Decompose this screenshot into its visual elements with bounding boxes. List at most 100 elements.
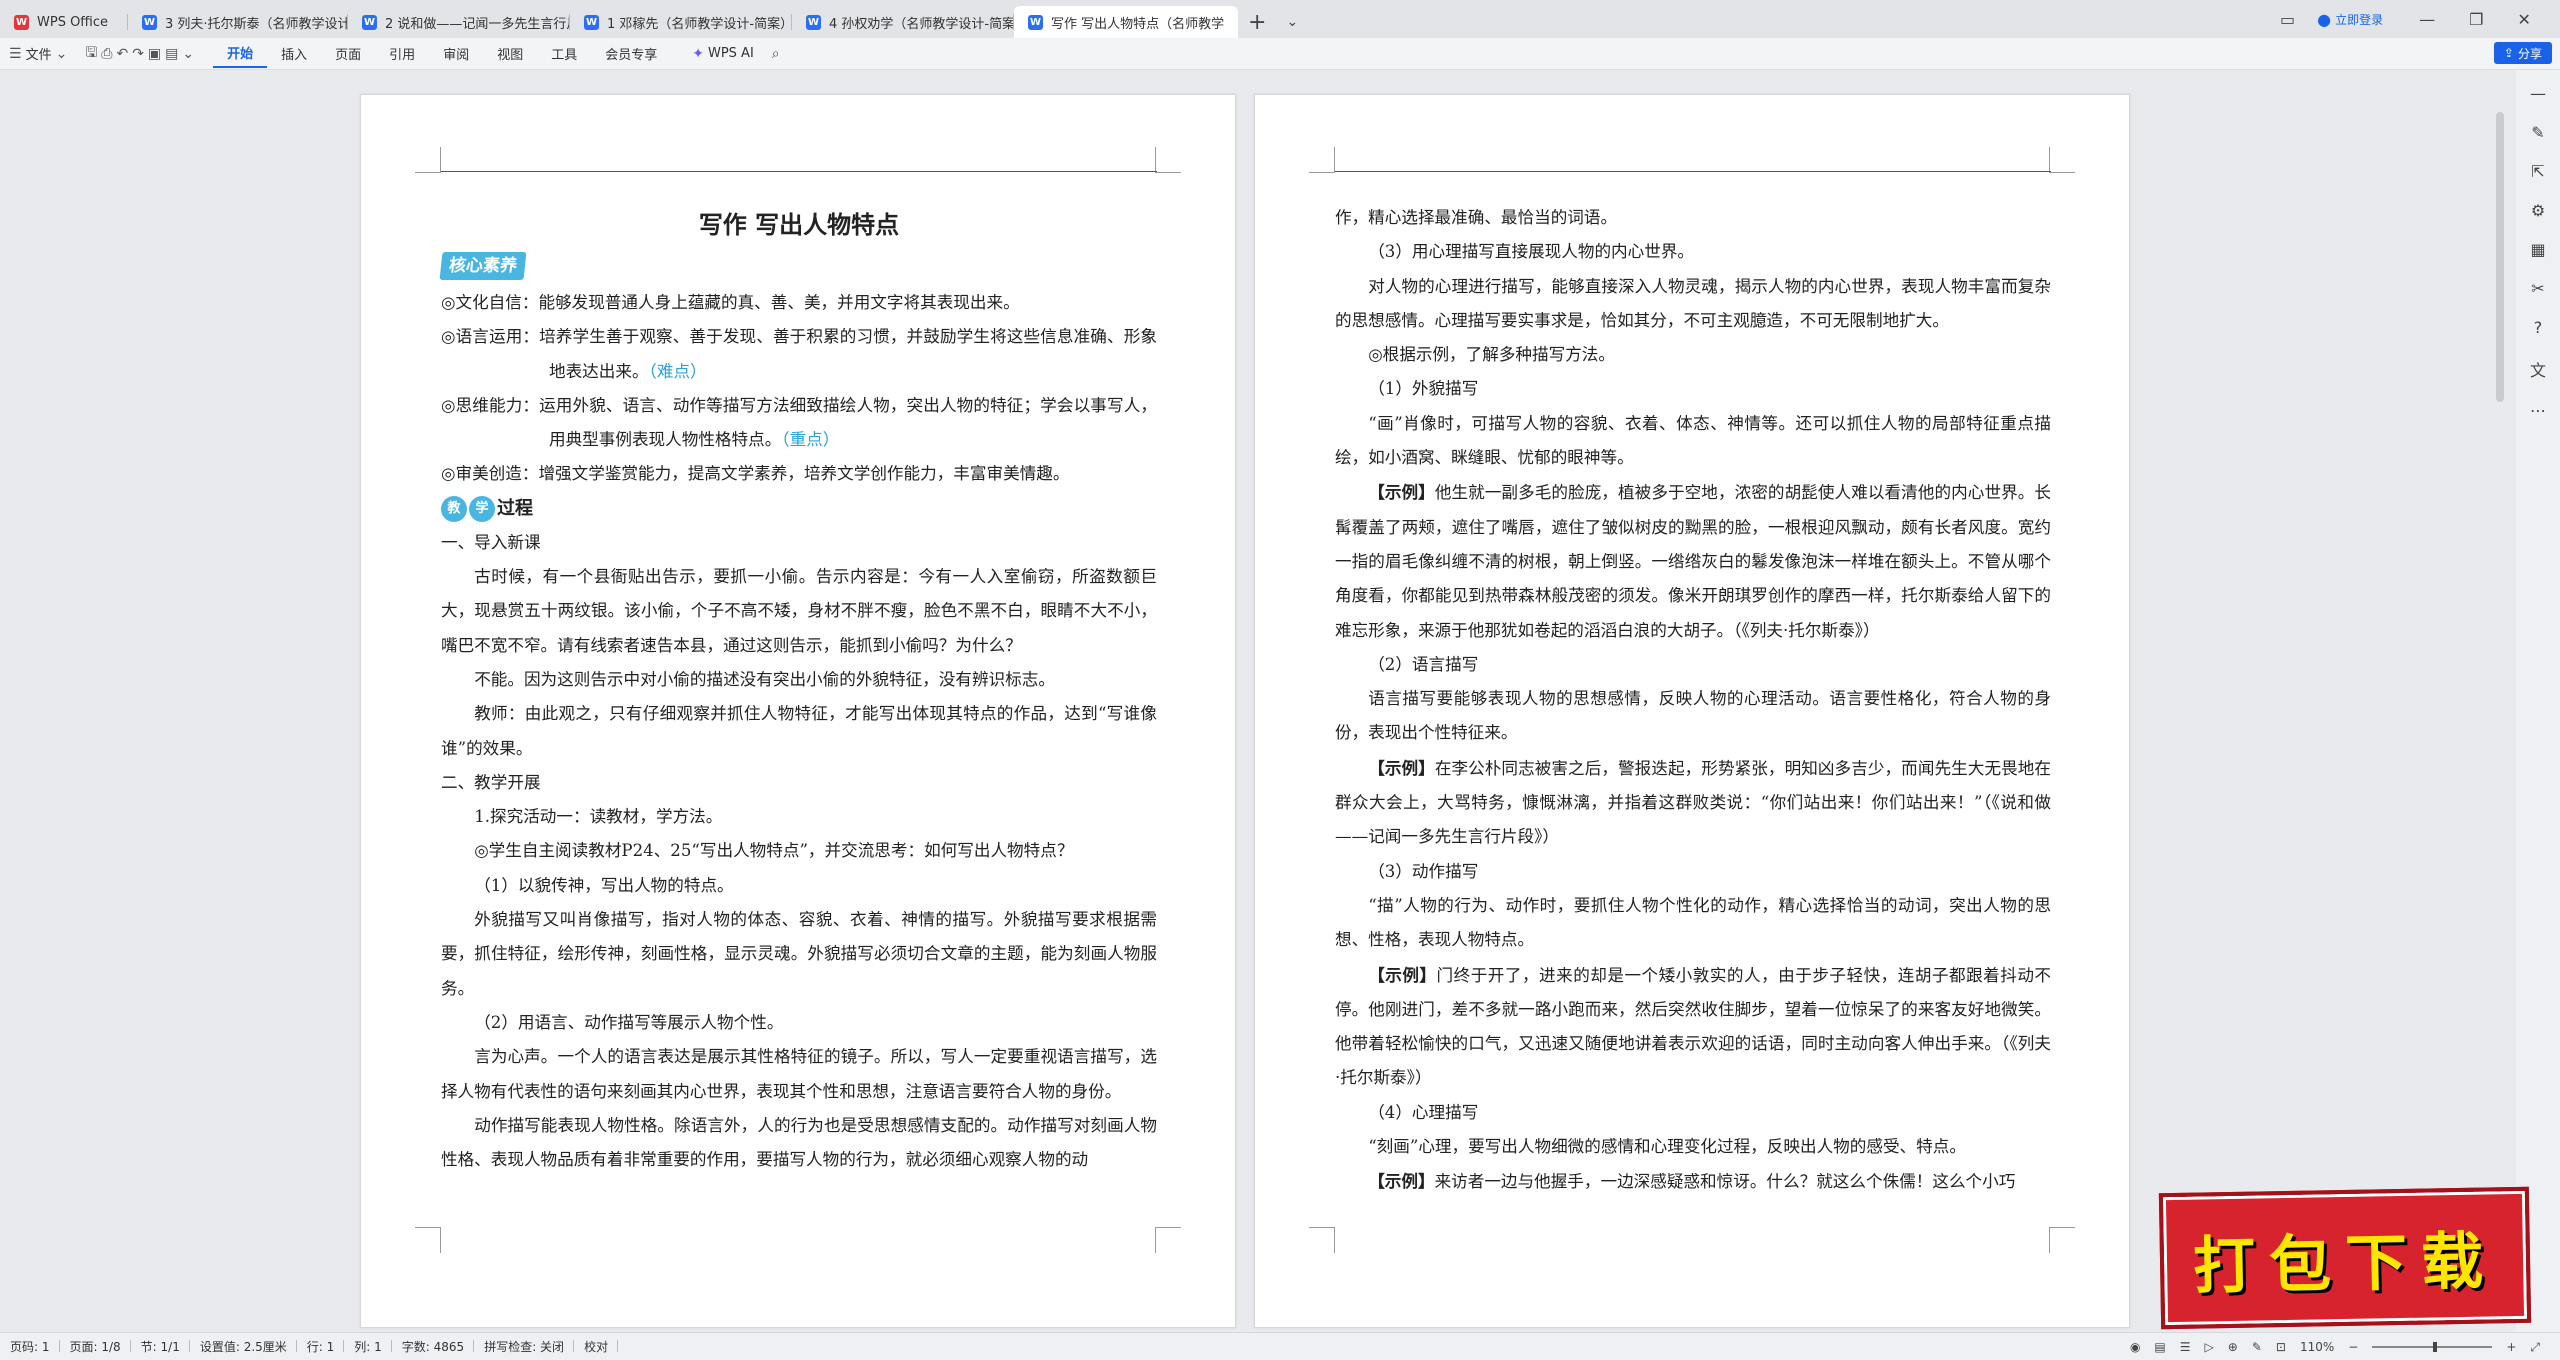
share-button[interactable]: ⇪ 分享 xyxy=(2493,42,2552,64)
paragraph: 1.探究活动一：读教材，学方法。 xyxy=(474,807,723,827)
margin-mark xyxy=(2049,147,2075,173)
section-badge: 核心素养 xyxy=(439,252,527,280)
eye-icon[interactable]: ◉ xyxy=(2130,1340,2140,1354)
literacy-item: ◎文化自信：能够发现普通人身上蕴藏的真、善、美，并用文字将其表现出来。 xyxy=(441,286,1157,320)
tab-3[interactable]: W 1 邓稼先（名师教学设计-简案）.docx xyxy=(570,6,792,38)
tab-label: 3 列夫·托尔斯泰（名师教学设计-简案 xyxy=(165,16,348,32)
tile-icon[interactable]: ▭ xyxy=(2280,10,2295,29)
tab-1[interactable]: W 3 列夫·托尔斯泰（名师教学设计-简案 xyxy=(128,6,348,38)
paragraph: （2）用语言、动作描写等展示人物个性。 xyxy=(474,1012,784,1032)
margin-mark xyxy=(415,1227,441,1253)
search-button[interactable]: ⌕ xyxy=(763,40,789,68)
play-icon[interactable]: ▷ xyxy=(2205,1340,2214,1354)
example-tag: 【示例】 xyxy=(1368,1171,1435,1192)
tools-icon[interactable]: ✂ xyxy=(2531,279,2544,298)
page-1-body[interactable]: 写作 写出人物特点 核心素养 ◎文化自信：能够发现普通人身上蕴藏的真、善、美，并… xyxy=(439,203,1157,1177)
export-pdf-icon[interactable]: ▣ xyxy=(148,46,161,62)
margin-mark xyxy=(1309,147,1335,173)
file-menu[interactable]: ☰ 文件 ⌄ xyxy=(0,40,76,68)
paragraph-text: “画”肖像时，可描写人物的容貌、衣着、体态、神情等。还可以抓住人物的局部特征重点… xyxy=(1335,413,2051,468)
fullscreen-icon[interactable]: ⤢ xyxy=(2530,1340,2540,1355)
word-doc-icon: W xyxy=(806,14,821,30)
select-icon[interactable]: ⇱ xyxy=(2531,162,2544,181)
edit-view-icon[interactable]: ✎ xyxy=(2252,1340,2262,1354)
new-tab-icon[interactable]: + xyxy=(1238,6,1276,38)
web-view-icon[interactable]: ⊕ xyxy=(2228,1340,2238,1354)
paragraph: 作，精心选择最准确、最恰当的词语。 xyxy=(1335,201,2051,235)
zoom-in-icon[interactable]: + xyxy=(2506,1340,2516,1354)
wps-ai-button[interactable]: ✦ WPS AI xyxy=(683,40,763,68)
ribbon-tab-7[interactable]: 会员专享 xyxy=(591,40,671,68)
tab-4[interactable]: W 4 孙权劝学（名师教学设计-简案）.do xyxy=(792,6,1014,38)
literacy-highlight: （难点） xyxy=(648,361,707,381)
paragraph-text: 对人物的心理进行描写，能够直接深入人物灵魂，揭示人物的内心世界，表现人物丰富而复… xyxy=(1335,276,2051,330)
ribbon-tab-2[interactable]: 页面 xyxy=(321,40,375,68)
paragraph: 外貌描写又叫肖像描写，指对人物的体态、容貌、衣着、神情的描写。外貌描写要求根据需… xyxy=(441,910,1157,998)
translate-icon[interactable]: 文 xyxy=(2530,357,2546,381)
tab-2[interactable]: W 2 说和做——记闻一多先生言行片段 xyxy=(348,6,570,38)
paragraph-text: ◎根据示例，了解多种描写方法。 xyxy=(1368,345,1615,365)
zoom-value[interactable]: 110% xyxy=(2300,1340,2334,1354)
status-item: 行: 1 xyxy=(297,1338,345,1355)
paragraph: （4）心理描写 xyxy=(1335,1096,2051,1130)
minimize-icon[interactable]: — xyxy=(2419,10,2435,29)
vertical-scrollbar[interactable] xyxy=(2496,112,2504,402)
page-view-icon[interactable]: ▤ xyxy=(2154,1340,2165,1354)
zoom-slider[interactable] xyxy=(2372,1342,2493,1352)
paragraph: “描”人物的行为、动作时，要抓住人物个性化的动作，精心选择恰当的动词，突出人物的… xyxy=(1335,889,2051,958)
format-icon[interactable]: ▦ xyxy=(2530,240,2545,259)
tab-label: 写作 写出人物特点（名师教学 xyxy=(1051,16,1225,32)
paragraph: ◎根据示例，了解多种描写方法。 xyxy=(1335,338,2051,372)
ribbon-tab-6[interactable]: 工具 xyxy=(537,40,591,68)
status-item: 页面: 1/8 xyxy=(60,1338,131,1355)
tab-5[interactable]: W写作 写出人物特点（名师教学▭✕ xyxy=(1014,6,1238,38)
ribbon-tab-4[interactable]: 审阅 xyxy=(429,40,483,68)
status-item[interactable]: 拼写检查: 关闭 xyxy=(474,1338,574,1355)
zoom-slider-knob[interactable] xyxy=(2432,1342,2437,1352)
paragraph: 动作描写能表现人物性格。除语言外，人的行为也是受思想感情支配的。动作描写对刻画人… xyxy=(441,1115,1157,1170)
margin-mark xyxy=(1155,1227,1181,1253)
print-icon[interactable]: ⎙ xyxy=(101,46,112,62)
margin-mark xyxy=(1309,1227,1335,1253)
ribbon-tab-1[interactable]: 插入 xyxy=(267,40,321,68)
status-item[interactable]: 校对 xyxy=(574,1338,619,1355)
ribbon-tab-0[interactable]: 开始 xyxy=(213,40,268,68)
literacy-item: ◎语言运用：培养学生善于观察、善于发现、善于积累的习惯，并鼓励学生将这些信息准确… xyxy=(441,320,1157,389)
margin-mark xyxy=(1155,147,1181,173)
tab-list-chevron-icon[interactable]: ⌄ xyxy=(1276,6,1308,38)
more-icon[interactable]: ⋯ xyxy=(2530,401,2546,420)
page-2-body[interactable]: 作，精心选择最准确、最恰当的词语。 （3）用心理描写直接展现人物的内心世界。 对人物… xyxy=(1335,201,2051,1200)
share-icon: ⇪ xyxy=(2503,46,2514,60)
literacy-text: ◎文化自信：能够发现普通人身上蕴藏的真、善、美，并用文字将其表现出来。 xyxy=(441,293,1020,312)
ribbon-tab-3[interactable]: 引用 xyxy=(375,40,429,68)
example-tag: 【示例】 xyxy=(1368,964,1437,985)
status-bar: 页码: 1 页面: 1/8 节: 1/1 设置值: 2.5厘米 行: 1 列: 1 字数: … xyxy=(0,1332,2560,1360)
restore-icon[interactable]: ❐ xyxy=(2469,10,2483,29)
wps-logo-icon: W xyxy=(14,14,29,30)
pen-icon[interactable]: ✎ xyxy=(2531,123,2544,142)
paragraph: 【示例】门终于开了，进来的却是一个矮小敦实的人，由于步子轻快，连胡子都跟着抖动不… xyxy=(1335,958,2051,1096)
margin-mark xyxy=(2049,1227,2075,1253)
tab-0[interactable]: W WPS Office xyxy=(0,6,128,38)
download-banner[interactable]: 打包下载 xyxy=(2158,1186,2532,1330)
zoom-out-icon[interactable]: − xyxy=(2348,1340,2358,1354)
outline-view-icon[interactable]: ☰ xyxy=(2180,1340,2191,1354)
fit-icon[interactable]: ⊡ xyxy=(2276,1340,2286,1354)
close-window-icon[interactable]: ✕ xyxy=(2517,10,2530,29)
image-icon[interactable]: ▤ xyxy=(165,46,178,62)
login-button[interactable]: 立即登录 xyxy=(2335,11,2383,28)
settings-icon[interactable]: ⚙ xyxy=(2531,201,2545,220)
collapse-icon[interactable]: — xyxy=(2530,84,2546,103)
paragraph: 古时候，有一个县衙贴出告示，要抓一小偷。告示内容是：今有一人入室偷窃，所盗数额巨… xyxy=(441,567,1157,655)
redo-icon[interactable]: ↷ xyxy=(132,46,144,62)
more-chevron-icon[interactable]: ⌄ xyxy=(182,46,194,62)
undo-icon[interactable]: ↶ xyxy=(116,46,128,62)
status-item: 列: 1 xyxy=(344,1338,392,1355)
save-icon[interactable]: 🖫 xyxy=(85,42,97,66)
document-title: 写作 写出人物特点 xyxy=(698,210,900,239)
literacy-text: ◎审美创造：增强文学鉴赏能力，提高文学素养，培养文学创作能力，丰富审美情趣。 xyxy=(441,464,1070,484)
chevron-down-icon: ⌄ xyxy=(55,45,68,62)
word-doc-icon: W xyxy=(584,14,599,30)
help-icon[interactable]: ? xyxy=(2534,318,2543,337)
ribbon-tab-5[interactable]: 视图 xyxy=(483,40,537,68)
